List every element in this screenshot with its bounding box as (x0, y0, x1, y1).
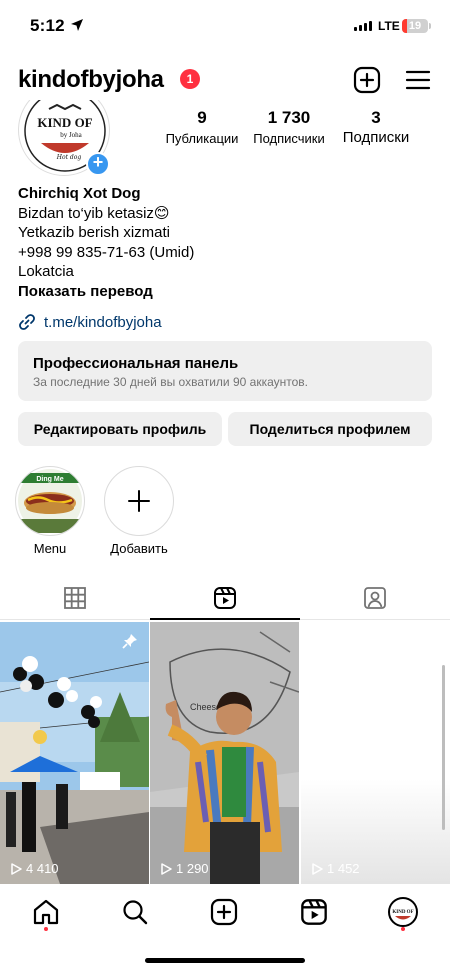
add-story-button[interactable]: + (86, 152, 110, 176)
status-bar: 5:12 LTE 19 (0, 0, 450, 54)
share-profile-button[interactable]: Поделиться профилем (228, 412, 432, 446)
posts-label: Публикации (165, 131, 239, 146)
edit-profile-button[interactable]: Редактировать профиль (18, 412, 222, 446)
view-count: 1 290 (160, 861, 209, 876)
followers-label: Подписчики (253, 131, 325, 146)
grid-icon (64, 587, 86, 609)
notification-badge[interactable]: 1 (180, 69, 200, 89)
battery-level: 19 (408, 20, 422, 32)
add-highlight-button[interactable]: Добавить (104, 466, 174, 556)
logo-script: Hot dog (56, 154, 82, 161)
highlight-menu[interactable]: Ding Me Menu (15, 466, 85, 556)
reel-image-balloons (0, 622, 149, 884)
link-icon (19, 314, 35, 330)
pin-icon (122, 634, 137, 649)
profile-avatar-icon: KIND OF (388, 897, 418, 927)
reels-icon (301, 899, 327, 925)
play-icon (312, 862, 323, 875)
hotdog-image: Ding Me (18, 469, 82, 533)
highlight-cover: Ding Me (15, 466, 85, 536)
svg-text:KIND OF: KIND OF (392, 910, 413, 915)
profile-tabs (0, 576, 450, 620)
view-count: 1 452 (311, 861, 360, 876)
bio-line: +998 99 835-71-63 (Umid) (18, 243, 195, 261)
plus-square-icon (210, 898, 238, 926)
professional-dashboard[interactable]: Профессиональная панель За последние 30 … (18, 341, 432, 401)
plus-square-icon (353, 66, 381, 94)
profile-bio: Chirchiq Xot Dog Bizdan to‘yib ketasiz😊 … (18, 184, 194, 301)
wall-sign-text: Cheese (190, 702, 221, 712)
location-arrow-icon (71, 19, 83, 31)
nav-home[interactable] (30, 896, 62, 928)
plus-icon (128, 490, 150, 512)
nav-search[interactable] (119, 896, 151, 928)
stat-posts[interactable]: 9 Публикации (162, 108, 242, 146)
username-switcher[interactable]: kindofbyjoha (18, 66, 164, 94)
logo-sub: by Joha (60, 131, 82, 139)
reel-thumbnail[interactable]: 4 410 (0, 622, 149, 884)
profile-activity-dot (401, 927, 405, 931)
followers-count: 1 730 (267, 108, 311, 127)
reel-thumbnail[interactable]: 1 452 (301, 622, 450, 884)
bio-line: Bizdan to‘yib ketasiz😊 (18, 204, 170, 222)
logo-text: KIND OF (37, 115, 92, 130)
menu-button[interactable] (404, 66, 432, 94)
highlight-label: Menu (33, 541, 67, 556)
tab-posts-grid[interactable] (0, 576, 150, 620)
create-post-button[interactable] (353, 66, 381, 94)
profile-header: kindofbyjoha 1 (0, 62, 450, 98)
view-count-text: 1 290 (176, 861, 209, 876)
tab-reels[interactable] (150, 576, 300, 620)
scrollbar[interactable] (442, 665, 445, 830)
play-icon (11, 862, 22, 875)
view-count-text: 1 452 (327, 861, 360, 876)
add-highlight-circle (104, 466, 174, 536)
home-activity-dot (44, 927, 48, 931)
following-count: 3 (371, 108, 381, 127)
nav-reels[interactable] (298, 896, 330, 928)
display-name: Chirchiq Xot Dog (18, 185, 141, 202)
bio-line: Lokatcia (18, 263, 74, 280)
stat-following[interactable]: 3 Подписки (336, 108, 416, 146)
bio-line: Yetkazib berish xizmati (18, 224, 171, 241)
highlight-label: Добавить (110, 541, 168, 556)
reels-grid: 4 410 Cheese 1 290 1 452 (0, 622, 450, 884)
show-translation-link[interactable]: Показать перевод (18, 282, 194, 302)
search-icon (123, 900, 148, 925)
nav-profile[interactable]: KIND OF (387, 896, 419, 928)
bio-link-text: t.me/kindofbyjoha (44, 313, 162, 331)
following-label: Подписки (342, 129, 410, 146)
reel-thumbnail[interactable]: Cheese 1 290 (150, 622, 299, 884)
active-tab-indicator (150, 618, 300, 620)
pro-panel-title: Профессиональная панель (33, 355, 239, 372)
reels-icon (214, 587, 236, 609)
bio-link[interactable]: t.me/kindofbyjoha (18, 313, 162, 331)
pro-panel-subtitle: За последние 30 дней вы охватили 90 акка… (33, 375, 308, 389)
battery-icon: 19 (402, 19, 428, 33)
status-time: 5:12 (30, 16, 65, 35)
reel-image-boy: Cheese (150, 622, 299, 884)
view-count: 4 410 (10, 861, 59, 876)
network-type: LTE (378, 19, 400, 33)
highlight-cover-text: Ding Me (36, 476, 63, 483)
home-indicator (145, 958, 305, 963)
hamburger-menu-icon (405, 70, 431, 90)
play-icon (161, 862, 172, 875)
nav-create[interactable] (208, 896, 240, 928)
tab-tagged[interactable] (300, 576, 450, 620)
stat-followers[interactable]: 1 730 Подписчики (249, 108, 329, 146)
view-count-text: 4 410 (26, 861, 59, 876)
signal-icon (354, 21, 372, 31)
tagged-user-icon (364, 587, 386, 609)
posts-count: 9 (197, 108, 207, 127)
home-icon (33, 899, 59, 925)
